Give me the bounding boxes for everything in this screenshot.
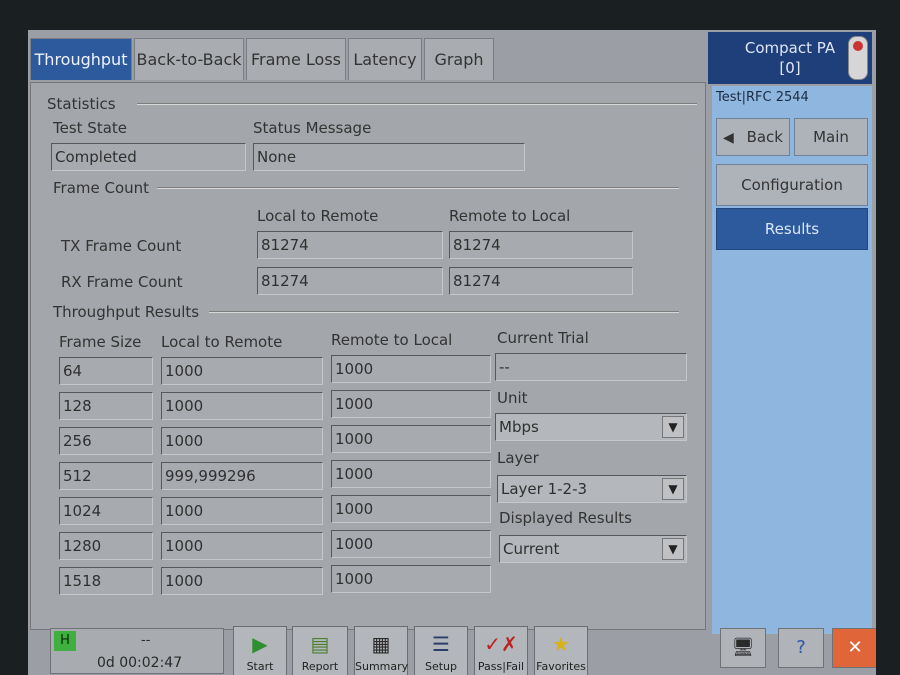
status-message-field: None: [253, 143, 525, 171]
frame-size-cell: 1024: [59, 497, 153, 525]
header-remote-to-local: Remote to Local: [331, 331, 453, 349]
chevron-down-icon: ▼: [662, 478, 684, 500]
tx-frame-count-label: TX Frame Count: [61, 237, 182, 255]
local-cell: 1000: [161, 357, 323, 385]
favorites-label: Favorites: [536, 660, 586, 673]
divider: [209, 311, 679, 313]
rx-local-field: 81274: [257, 267, 443, 295]
remote-cell: 1000: [331, 530, 491, 558]
summary-icon: ▦: [371, 632, 391, 656]
elapsed-time: 0d 00:02:47: [97, 655, 183, 671]
frame-size-cell: 1518: [59, 567, 153, 595]
frame-size-cell: 512: [59, 462, 153, 490]
report-icon: ▤: [310, 632, 330, 656]
current-trial-field: --: [495, 353, 687, 381]
frame-size-cell: 1280: [59, 532, 153, 560]
remote-cell: 1000: [331, 460, 491, 488]
close-icon[interactable]: ✕: [832, 628, 876, 668]
start-label: Start: [246, 660, 274, 673]
remote-cell: 1000: [331, 355, 491, 383]
summary-button[interactable]: ▦ Summary: [354, 626, 408, 675]
breadcrumb: Test|RFC 2544: [716, 90, 809, 105]
app-screen: Throughput Back-to-Back Frame Loss Laten…: [28, 30, 876, 675]
local-cell: 1000: [161, 392, 323, 420]
remote-cell: 1000: [331, 425, 491, 453]
col-remote-to-local: Remote to Local: [449, 207, 571, 225]
help-icon[interactable]: ?: [778, 628, 824, 668]
setup-label: Setup: [424, 660, 458, 673]
play-icon: ▶: [252, 632, 268, 656]
local-cell: 1000: [161, 497, 323, 525]
nav-area: Test|RFC 2544 ◀ Back Main Configuration …: [712, 86, 872, 634]
setup-icon: ☰: [432, 632, 450, 656]
report-button[interactable]: ▤ Report: [292, 626, 348, 675]
local-cell: 999,999296: [161, 462, 323, 490]
tab-throughput[interactable]: Throughput: [30, 38, 132, 80]
frame-size-cell: 256: [59, 427, 153, 455]
displayed-results-value: Current: [503, 540, 560, 558]
remote-cell: 1000: [331, 565, 491, 593]
header-local-to-remote: Local to Remote: [161, 333, 283, 351]
local-cell: 1000: [161, 567, 323, 595]
throughput-panel: Statistics Test State Completed Status M…: [30, 82, 706, 630]
header-frame-size: Frame Size: [59, 333, 142, 351]
back-arrow-icon: ◀: [723, 130, 734, 146]
results-button[interactable]: Results: [716, 208, 868, 250]
rx-remote-field: 81274: [449, 267, 633, 295]
chevron-down-icon: ▼: [662, 416, 684, 438]
pass-fail-label: Pass|Fail: [477, 660, 525, 673]
report-label: Report: [301, 660, 339, 673]
displayed-results-label: Displayed Results: [499, 509, 632, 527]
summary-label: Summary: [355, 660, 409, 673]
tab-back-to-back[interactable]: Back-to-Back: [134, 38, 244, 80]
favorites-button[interactable]: ★ Favorites: [534, 626, 588, 675]
status-badge: H: [54, 631, 76, 651]
test-status-box: H -- 0d 00:02:47: [50, 628, 224, 674]
back-button[interactable]: ◀ Back: [716, 118, 790, 156]
main-button[interactable]: Main: [794, 118, 868, 156]
unit-label: Unit: [497, 389, 528, 407]
star-icon: ★: [552, 632, 570, 656]
unit-select[interactable]: Mbps ▼: [495, 413, 687, 441]
tx-local-field: 81274: [257, 231, 443, 259]
local-cell: 1000: [161, 532, 323, 560]
frame-size-cell: 64: [59, 357, 153, 385]
tab-graph[interactable]: Graph: [424, 38, 494, 80]
setup-button[interactable]: ☰ Setup: [414, 626, 468, 675]
test-state-label: Test State: [53, 119, 128, 137]
test-state-field: Completed: [51, 143, 246, 171]
pass-fail-icon: ✓✗: [484, 632, 518, 656]
local-cell: 1000: [161, 427, 323, 455]
pass-fail-button[interactable]: ✓✗ Pass|Fail: [474, 626, 528, 675]
frame-count-label: Frame Count: [53, 179, 150, 197]
displayed-results-select[interactable]: Current ▼: [499, 535, 687, 563]
remote-cell: 1000: [331, 495, 491, 523]
start-button[interactable]: ▶ Start: [233, 626, 287, 675]
layer-select[interactable]: Layer 1-2-3 ▼: [497, 475, 687, 503]
chevron-down-icon: ▼: [662, 538, 684, 560]
status-text: --: [141, 633, 151, 648]
tx-remote-field: 81274: [449, 231, 633, 259]
tab-latency[interactable]: Latency: [348, 38, 422, 80]
col-local-to-remote: Local to Remote: [257, 207, 379, 225]
status-message-label: Status Message: [253, 119, 372, 137]
layer-value: Layer 1-2-3: [501, 480, 588, 498]
throughput-results-label: Throughput Results: [53, 303, 200, 321]
current-trial-label: Current Trial: [497, 329, 589, 347]
right-nav-panel: Compact PA [0] Test|RFC 2544 ◀ Back Main…: [708, 30, 876, 675]
device-icon[interactable]: 🖥: [720, 628, 766, 668]
rx-frame-count-label: RX Frame Count: [61, 273, 183, 291]
divider: [157, 187, 679, 189]
statistics-group-label: Statistics: [47, 95, 116, 113]
tab-frame-loss[interactable]: Frame Loss: [246, 38, 346, 80]
configuration-button[interactable]: Configuration: [716, 164, 868, 206]
frame-size-cell: 128: [59, 392, 153, 420]
back-label: Back: [746, 128, 783, 146]
alarm-icon[interactable]: [848, 36, 868, 80]
unit-value: Mbps: [499, 418, 539, 436]
layer-label: Layer: [497, 449, 539, 467]
remote-cell: 1000: [331, 390, 491, 418]
divider: [137, 103, 697, 105]
